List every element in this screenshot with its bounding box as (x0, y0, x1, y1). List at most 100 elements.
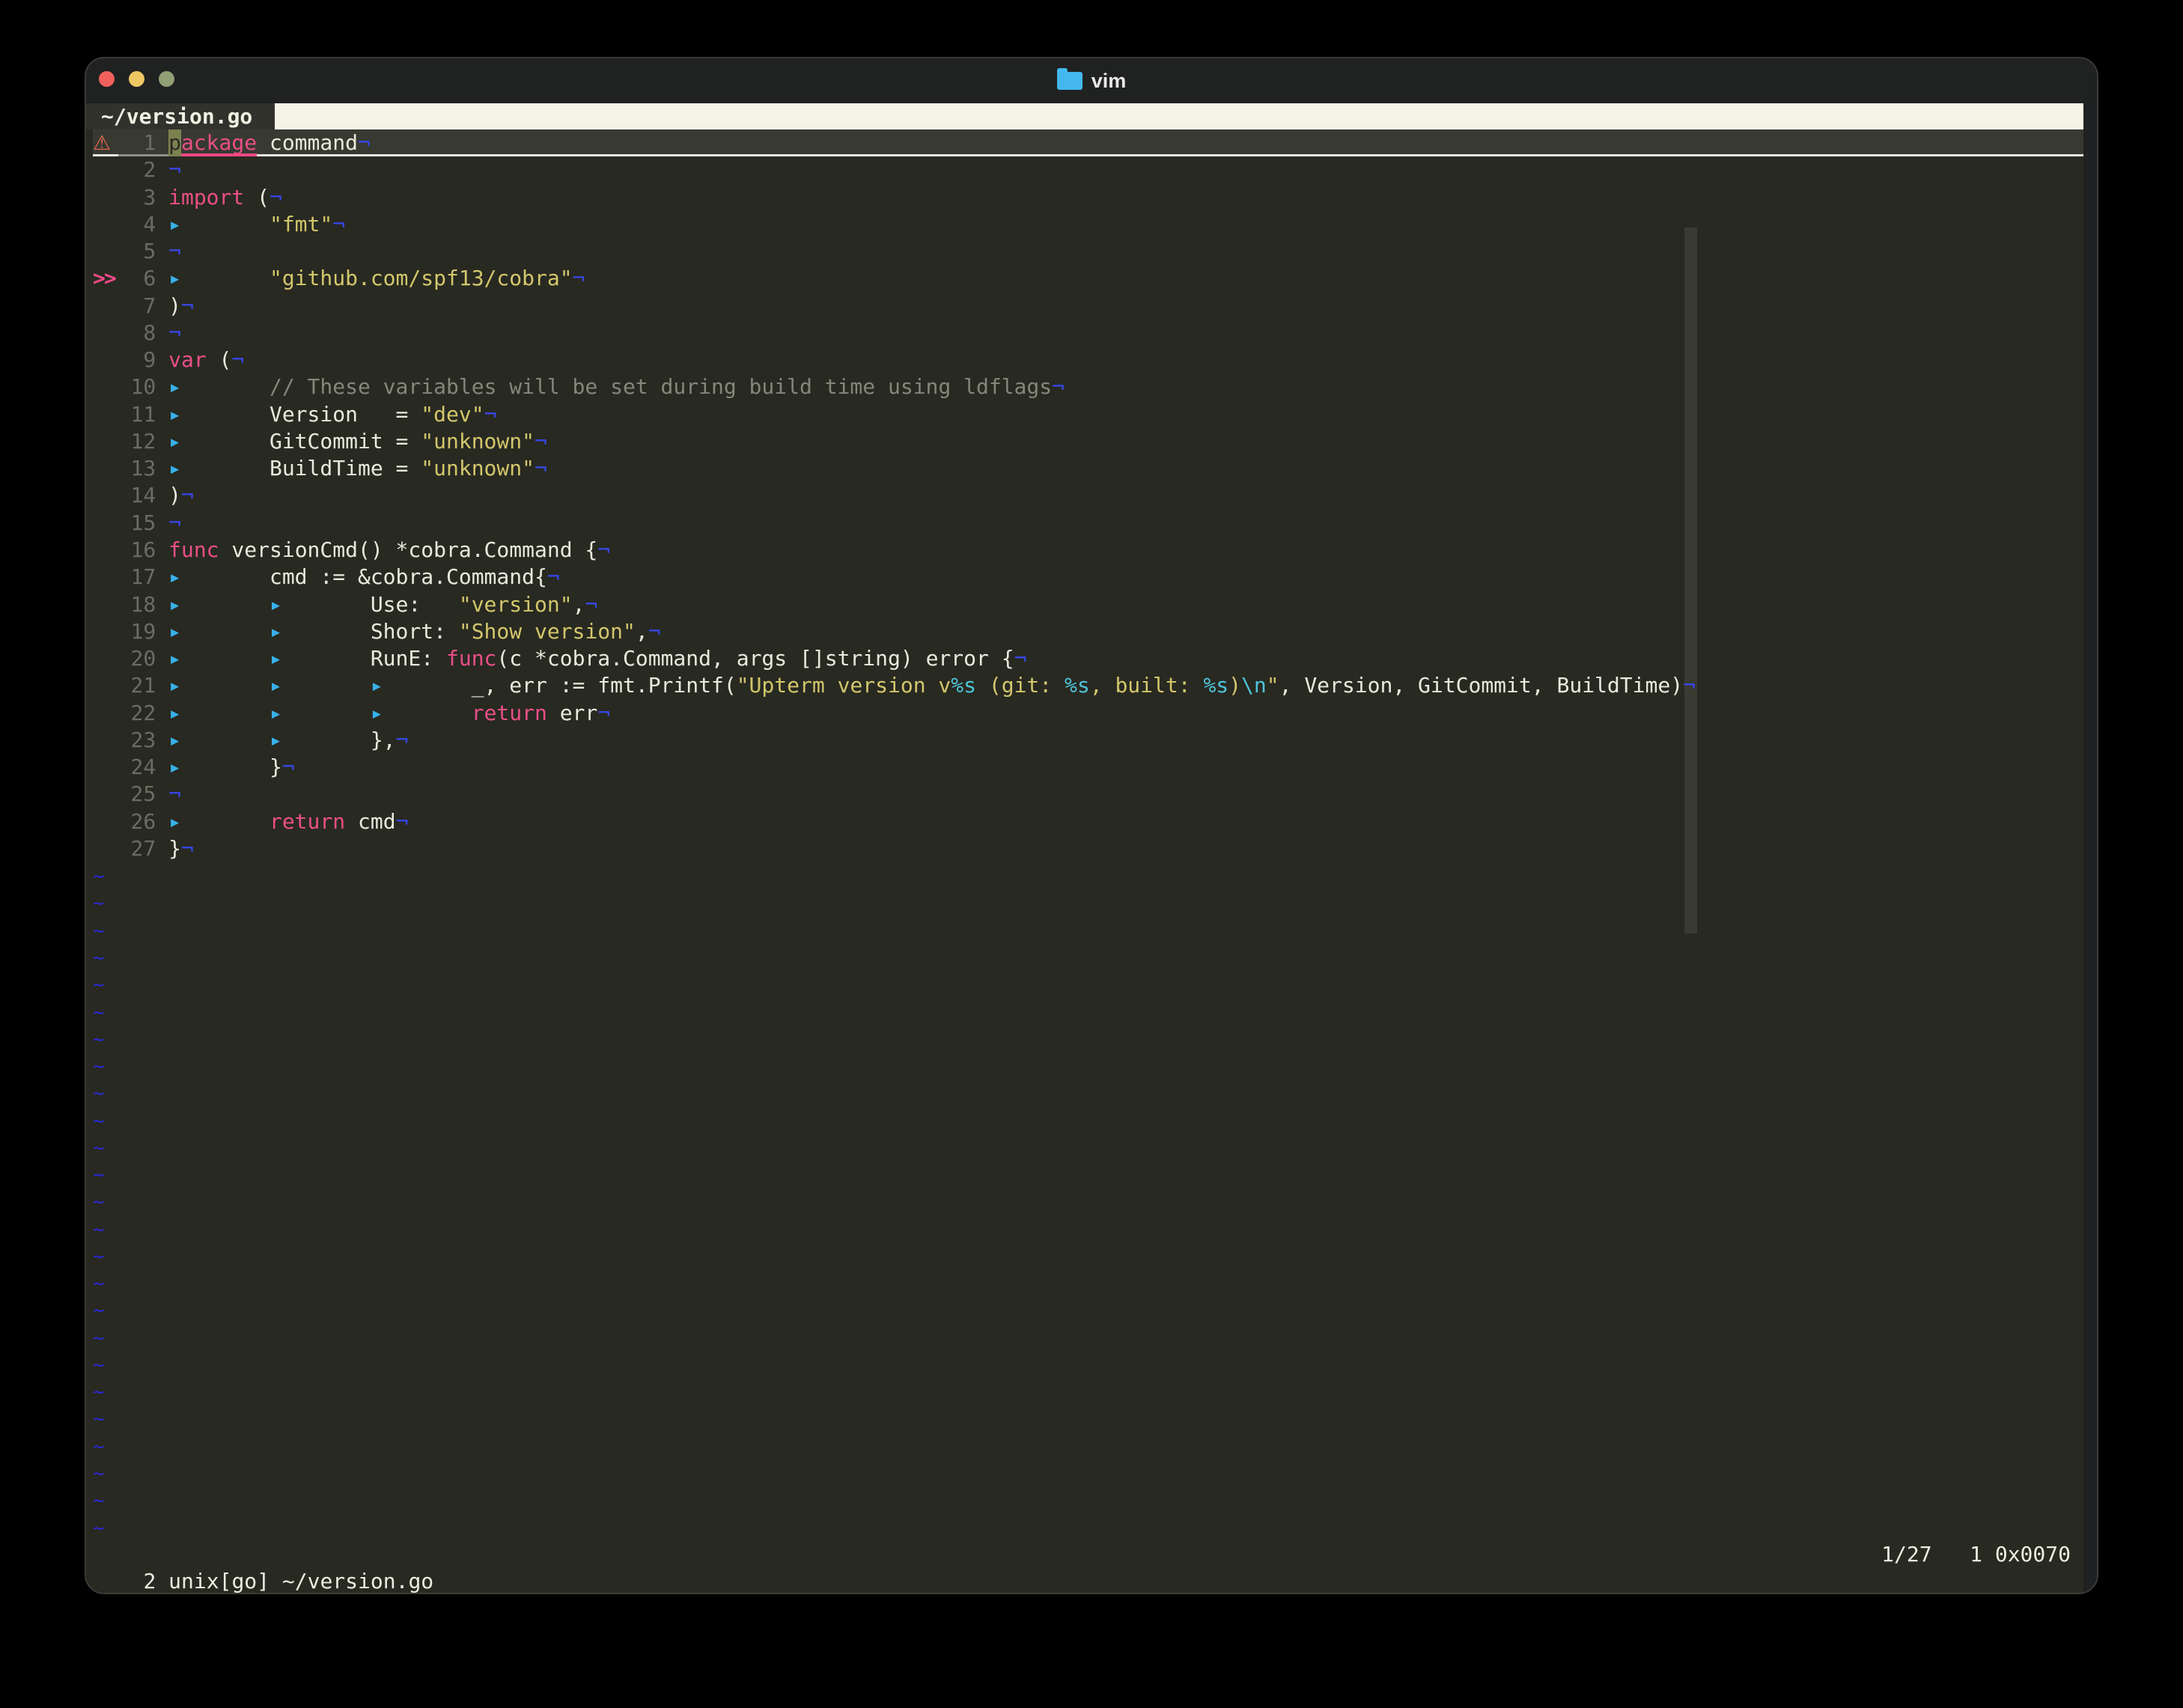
eol-marker: ¬ (395, 727, 409, 752)
tilde-line: ~ (93, 1381, 105, 1404)
tilde-line: ~ (93, 1408, 105, 1431)
code-line[interactable]: 8 ¬ (93, 320, 2086, 347)
tab-indent-marker: ▸ (168, 646, 181, 671)
tab-indent-marker: ▸ (168, 618, 181, 644)
tab-indent-marker: ▸ (370, 700, 383, 725)
code-line[interactable]: 23 ▸ ▸},¬ (93, 727, 2086, 754)
tab-version-go[interactable]: ~/version.go (86, 103, 275, 129)
line-number: 15 (130, 510, 156, 535)
tilde-line: ~ (93, 1082, 105, 1105)
tab-indent-marker: ▸ (269, 700, 282, 725)
buffer-rows: ⚠ 1 package command¬ 2 ¬ 3 import (¬ 4 ▸ "fmt… (93, 129, 2086, 1541)
tab-indent-marker: ▸ (168, 374, 181, 400)
statusline-left: 2 unix[go] ~/version.go (143, 1569, 434, 1594)
tab-indent-marker: ▸ (168, 456, 181, 481)
tab-indent-marker: ▸ (269, 727, 282, 752)
code-line[interactable]: 15 ¬ (93, 510, 2086, 537)
code-line[interactable]: 12 ▸ GitCommit = "unknown"¬ (93, 428, 2086, 455)
eol-marker: ¬ (597, 700, 611, 725)
eol-marker: ¬ (180, 835, 194, 861)
tilde-line: ~ (93, 865, 105, 888)
code-line[interactable]: 22 ▸ ▸ ▸ return err¬ (93, 700, 2086, 727)
eol-marker: ¬ (534, 456, 547, 481)
eol-marker: ¬ (168, 157, 181, 183)
code-line[interactable]: 25 ¬ (93, 781, 2086, 808)
eol-marker: ¬ (281, 754, 295, 780)
sign-column: >> (93, 266, 117, 291)
code-line[interactable]: 4 ▸ "fmt"¬ (93, 211, 2086, 238)
tab-indent-marker: ▸ (168, 673, 181, 698)
tab-indent-marker: ▸ (168, 401, 181, 427)
code-line[interactable]: 9 var (¬ (93, 347, 2086, 373)
eol-marker: ¬ (572, 266, 585, 291)
code-line[interactable]: 11 ▸ Version = "dev"¬ (93, 401, 2086, 428)
code-line[interactable]: >> 6 ▸ "github.com/spf13/cobra"¬ (93, 265, 2086, 292)
line-number: 13 (130, 456, 156, 481)
code-line[interactable]: 26 ▸ return cmd¬ (93, 808, 2086, 835)
code-line[interactable]: 16 func versionCmd() *cobra.Command {¬ (93, 537, 2086, 564)
tab-indent-marker: ▸ (168, 266, 181, 291)
tilde-line: ~ (93, 1489, 105, 1513)
statusline-ruler: 1/27 1 0x0070 (1881, 1542, 2071, 1567)
tilde-line: ~ (93, 1055, 105, 1079)
tilde-line: ~ (93, 1109, 105, 1132)
code-line[interactable]: 21 ▸ ▸ ▸ _, err := fmt.Printf("Upterm versi… (93, 672, 2086, 699)
eol-marker: ¬ (484, 401, 497, 427)
tilde-line: ~ (93, 1272, 105, 1296)
line-number: 8 (143, 320, 156, 345)
line-number: 6 (143, 266, 156, 291)
code-line[interactable]: 5 ¬ (93, 238, 2086, 265)
window-title: vim (1091, 69, 1127, 92)
tab-indent-marker: ▸ (370, 673, 383, 698)
eol-marker: ¬ (269, 184, 282, 210)
tab-indent-marker: ▸ (269, 618, 282, 644)
terminal-right-padding (2083, 103, 2097, 1593)
code-line[interactable]: 27 }¬ (93, 835, 2086, 862)
eol-marker: ¬ (534, 428, 547, 454)
code-line[interactable]: 20 ▸ ▸ RunE: func(c *cobra.Command, args [… (93, 645, 2086, 672)
tilde-line: ~ (93, 1435, 105, 1458)
editor-area[interactable]: ⚠ 1 package command¬ 2 ¬ 3 import (¬ 4 ▸ "fmt… (93, 129, 2086, 1593)
eol-marker: ¬ (1683, 673, 1696, 698)
line-number: 26 (130, 808, 156, 834)
code-line[interactable]: 17 ▸ cmd := &cobra.Command{¬ (93, 564, 2086, 591)
tilde-line: ~ (93, 1001, 105, 1024)
tab-indent-marker: ▸ (168, 700, 181, 725)
tilde-line: ~ (93, 1353, 105, 1376)
folder-icon (1056, 68, 1083, 90)
code-line[interactable]: 18 ▸ ▸ Use: "version",¬ (93, 591, 2086, 618)
eol-marker: ¬ (180, 483, 194, 508)
line-number: 2 (143, 157, 156, 183)
tab-indent-marker: ▸ (269, 646, 282, 671)
eol-marker: ¬ (168, 781, 181, 807)
tab-indent-marker: ▸ (269, 673, 282, 698)
eol-marker: ¬ (357, 130, 371, 155)
line-number: 20 (130, 646, 156, 671)
code-line[interactable]: 10 ▸// These variables will be set durin… (93, 373, 2086, 400)
tilde-line: ~ (93, 1164, 105, 1187)
code-line[interactable]: 24 ▸}¬ (93, 754, 2086, 781)
line-number: 14 (130, 483, 156, 508)
line-number: 12 (130, 428, 156, 454)
code-line[interactable]: ⚠ 1 package command¬ (93, 129, 2086, 157)
tab-indent-marker: ▸ (168, 754, 181, 780)
eol-marker: ¬ (332, 211, 346, 237)
eol-marker: ¬ (180, 293, 194, 318)
tilde-line: ~ (93, 974, 105, 997)
line-number: 11 (130, 401, 156, 427)
line-number: 17 (130, 564, 156, 590)
line-number: 25 (130, 781, 156, 807)
code-line[interactable]: 2 ¬ (93, 156, 2086, 183)
tilde-line: ~ (93, 1245, 105, 1268)
tab-indent-marker: ▸ (168, 591, 181, 617)
code-line[interactable]: 13 ▸ BuildTime = "unknown"¬ (93, 455, 2086, 482)
eol-marker: ¬ (395, 808, 409, 834)
code-line[interactable]: 7 )¬ (93, 293, 2086, 320)
code-line[interactable]: 19 ▸ ▸ Short: "Show version",¬ (93, 618, 2086, 645)
code-line[interactable]: 3 import (¬ (93, 184, 2086, 211)
line-number: 18 (130, 591, 156, 617)
code-line[interactable]: 14 )¬ (93, 482, 2086, 509)
tilde-line: ~ (93, 1326, 105, 1349)
line-number: 27 (130, 835, 156, 861)
cursor: p (168, 129, 181, 157)
